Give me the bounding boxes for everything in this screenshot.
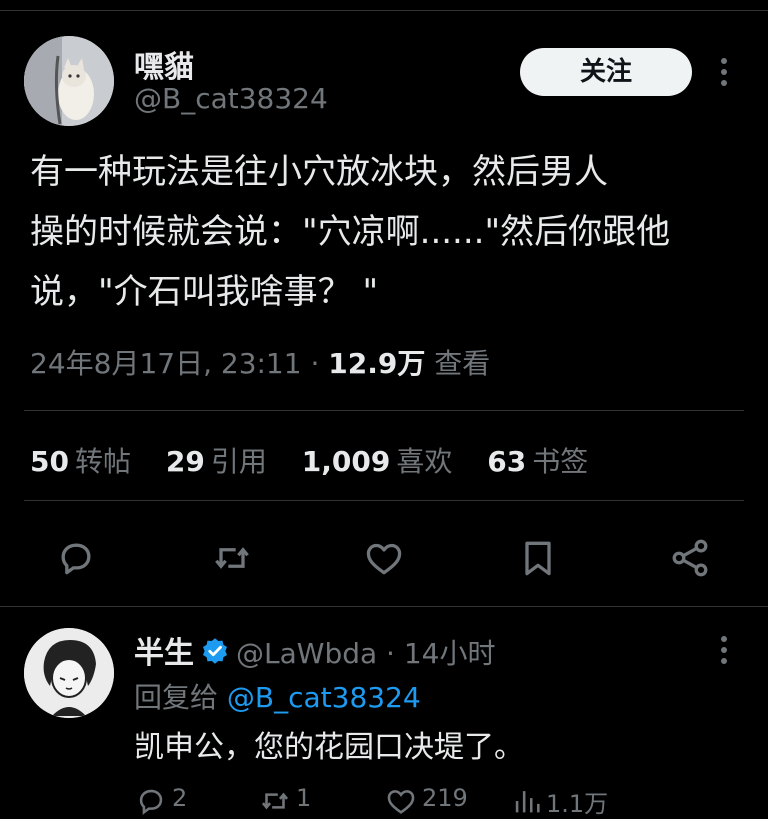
- tweet-text-line: 操的时候就会说："穴凉啊......"然后你跟他: [30, 212, 671, 252]
- reply-display-name[interactable]: 半生: [134, 636, 194, 671]
- tweet-meta: 24年8月17日, 23:11 · 12.9万 查看: [30, 342, 490, 382]
- quotes-count: 29: [165, 445, 205, 478]
- reply-to-line: 回复给 @B_cat38324: [134, 676, 421, 716]
- reply-retweet-icon[interactable]: [258, 784, 292, 818]
- reply-likes-count: 219: [422, 784, 468, 812]
- retweet-icon[interactable]: [210, 536, 254, 580]
- quotes-stat[interactable]: 29 引用: [166, 440, 267, 480]
- reply-author-avatar[interactable]: [24, 628, 114, 718]
- author-avatar[interactable]: [24, 36, 114, 126]
- tweet-text-line: 说，"介石叫我啥事？ ": [30, 272, 379, 312]
- reply-reply-icon[interactable]: [134, 784, 168, 818]
- quotes-label: 引用: [210, 445, 267, 478]
- retweets-stat[interactable]: 50 转帖: [30, 440, 131, 480]
- reply-to-label: 回复给: [134, 681, 227, 714]
- reply-avatar-image: [24, 628, 114, 718]
- bookmark-icon[interactable]: [516, 536, 560, 580]
- share-icon[interactable]: [668, 536, 712, 580]
- author-avatar-image: [24, 36, 114, 126]
- views-label: 查看: [425, 347, 491, 380]
- bookmarks-count: 63: [487, 445, 527, 478]
- reply-to-handle[interactable]: @B_cat38324: [227, 681, 421, 714]
- likes-stat[interactable]: 1,009 喜欢: [302, 440, 453, 480]
- retweets-label: 转帖: [74, 445, 131, 478]
- bookmarks-label: 书签: [532, 445, 589, 478]
- tweet-stats: 50 转帖 29 引用 1,009 喜欢 63 书签: [30, 440, 614, 480]
- reply-text: 凯申公，您的花园口决堤了。: [134, 730, 524, 765]
- reply-replies-count: 2: [172, 784, 188, 812]
- reply-views-icon[interactable]: [510, 784, 544, 818]
- likes-label: 喜欢: [396, 445, 453, 478]
- reply-time: · 14小时: [377, 637, 496, 670]
- like-icon[interactable]: [362, 536, 406, 580]
- bookmarks-stat[interactable]: 63 书签: [487, 440, 588, 480]
- retweets-count: 50: [30, 445, 69, 478]
- author-handle[interactable]: @B_cat38324: [134, 82, 328, 115]
- reply-retweets-count: 1: [296, 784, 312, 812]
- section-divider: [0, 606, 768, 607]
- reply-more-icon[interactable]: [720, 636, 728, 669]
- likes-count: 1,009: [301, 445, 391, 478]
- tweet-text-line: 有一种玩法是往小穴放冰块，然后男人: [30, 152, 608, 192]
- views-count: 12.9万: [328, 347, 426, 380]
- reply-views-count: 1.1万: [546, 790, 609, 818]
- reply-icon[interactable]: [54, 536, 98, 580]
- follow-button[interactable]: 关注: [520, 48, 692, 96]
- more-icon[interactable]: [720, 58, 728, 91]
- reply-header: 半生 @LaWbda · 14小时: [134, 628, 496, 674]
- top-divider: [0, 10, 768, 11]
- verified-badge-icon: [200, 636, 230, 674]
- author-display-name[interactable]: 嘿貓: [134, 42, 194, 86]
- reply-like-icon[interactable]: [384, 784, 418, 818]
- tweet-text: 有一种玩法是往小穴放冰块，然后男人 操的时候就会说："穴凉啊......"然后你…: [30, 142, 740, 322]
- tweet-timestamp[interactable]: 24年8月17日, 23:11 ·: [30, 347, 328, 380]
- reply-handle[interactable]: @LaWbda: [236, 637, 377, 670]
- divider: [24, 410, 744, 411]
- divider: [24, 500, 744, 501]
